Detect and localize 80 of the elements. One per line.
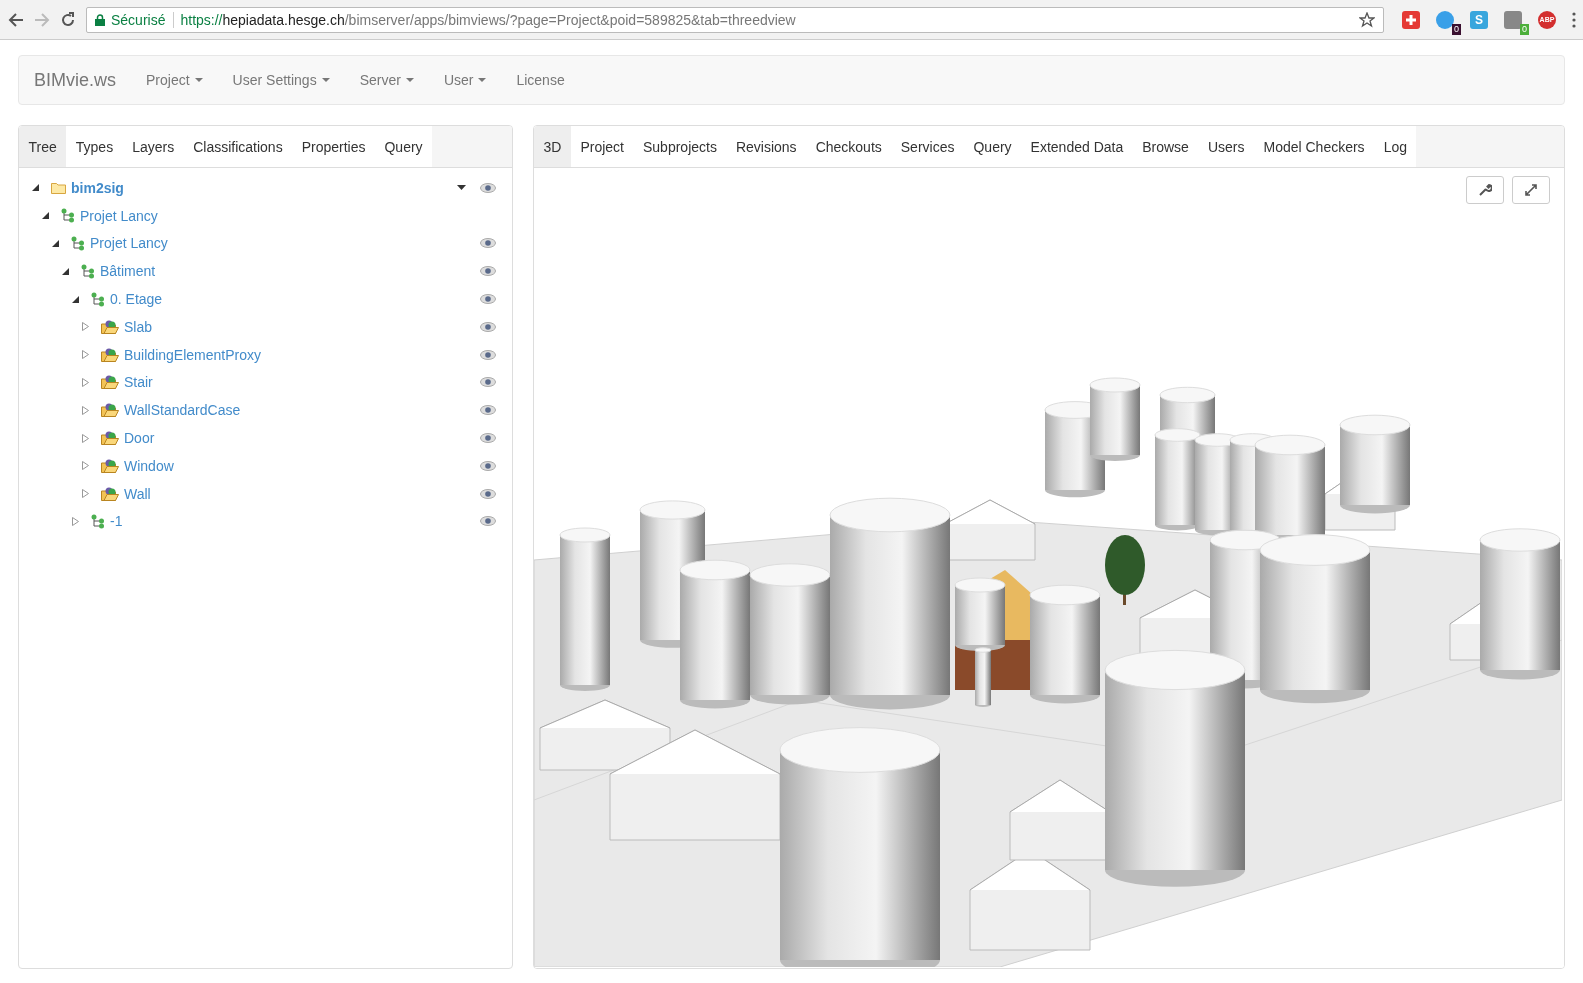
hierarchy-icon xyxy=(71,236,85,251)
eye-icon[interactable] xyxy=(480,182,496,193)
wrench-icon xyxy=(1478,183,1492,197)
expanded-arrow-icon[interactable] xyxy=(51,240,59,247)
more-icon[interactable] xyxy=(1572,11,1576,28)
eye-icon[interactable] xyxy=(480,238,496,249)
address-bar[interactable]: Sécurisé https://hepiadata.hesge.ch/bimserver/apps/bimviews/?page=Project&poid=589825&tab=threedview xyxy=(86,6,1384,33)
letter-icon[interactable]: S xyxy=(1470,10,1488,29)
eye-icon[interactable] xyxy=(480,405,496,416)
caret-icon xyxy=(194,78,203,82)
tree-item[interactable]: Stair xyxy=(124,374,153,391)
eye-icon[interactable] xyxy=(480,460,496,471)
tree-item[interactable]: bim2sig xyxy=(71,179,124,196)
brand[interactable]: BIMvie.ws xyxy=(34,69,116,91)
count-badge: 0 xyxy=(1452,23,1461,35)
tab[interactable]: Tree xyxy=(19,126,67,167)
expanded-arrow-icon[interactable] xyxy=(31,184,39,192)
security-label: Sécurisé xyxy=(111,11,175,28)
collapsed-arrow-icon[interactable] xyxy=(81,322,89,332)
hierarchy-icon xyxy=(91,513,105,529)
collapsed-arrow-icon[interactable] xyxy=(81,433,89,443)
caret-icon[interactable] xyxy=(457,185,466,191)
back-button[interactable] xyxy=(8,10,24,29)
folder-icon xyxy=(51,181,66,194)
tree-item[interactable]: 0. Etage xyxy=(110,291,163,308)
reload-button[interactable] xyxy=(60,10,76,29)
tree-item[interactable]: BuildingElementProxy xyxy=(124,346,261,363)
expanded-arrow-icon[interactable] xyxy=(41,212,49,220)
collapsed-arrow-icon[interactable] xyxy=(81,405,89,415)
open-folder-icon xyxy=(101,375,119,390)
count-badge: 0 xyxy=(1520,23,1529,35)
caret-icon xyxy=(321,78,330,82)
tree-item[interactable]: Projet Lancy xyxy=(90,235,168,252)
expanded-arrow-icon[interactable] xyxy=(71,295,79,303)
settings-button[interactable] xyxy=(1466,176,1504,204)
tree-item[interactable]: Bâtiment xyxy=(100,263,156,280)
collapsed-arrow-icon[interactable] xyxy=(81,377,89,387)
tree-item[interactable]: Door xyxy=(124,430,155,447)
collapsed-arrow-icon[interactable] xyxy=(81,350,89,360)
open-folder-icon xyxy=(101,319,119,334)
nav-menu-item[interactable]: Project xyxy=(146,72,203,88)
url-text: https://hepiadata.hesge.ch/bimserver/apps/bimviews/?page=Project&poid=589825&tab=threedview xyxy=(180,11,797,28)
tree-item[interactable]: Projet Lancy xyxy=(80,207,158,224)
cross-icon[interactable] xyxy=(1402,10,1420,29)
collapsed-arrow-icon[interactable] xyxy=(71,516,79,526)
lock-icon xyxy=(95,13,105,26)
tree-item[interactable]: WallStandardCase xyxy=(124,402,241,419)
open-folder-icon xyxy=(101,486,119,501)
eye-icon[interactable] xyxy=(480,377,496,388)
open-folder-icon xyxy=(101,431,119,446)
caret-icon xyxy=(405,78,414,82)
tree-item[interactable]: Window xyxy=(124,457,174,474)
star-icon[interactable] xyxy=(1359,11,1375,28)
hierarchy-icon xyxy=(91,291,105,307)
caret-icon xyxy=(478,78,487,82)
tab[interactable]: 3D xyxy=(534,126,571,167)
open-folder-icon xyxy=(101,347,119,362)
collapsed-arrow-icon[interactable] xyxy=(81,461,89,471)
tree-item[interactable]: Slab xyxy=(124,318,153,335)
eye-icon[interactable] xyxy=(480,321,496,332)
eye-icon[interactable] xyxy=(480,516,496,527)
nav-menu-item[interactable]: User xyxy=(443,72,487,88)
tree-item[interactable]: Wall xyxy=(124,485,151,502)
expanded-arrow-icon[interactable] xyxy=(61,267,69,275)
nav-menu-item[interactable]: Server xyxy=(359,72,414,88)
eye-icon[interactable] xyxy=(480,349,496,360)
eye-icon[interactable] xyxy=(480,294,496,305)
open-folder-icon xyxy=(101,403,119,418)
eye-icon[interactable] xyxy=(480,488,496,499)
fullscreen-button[interactable] xyxy=(1512,176,1550,204)
open-folder-icon xyxy=(101,458,119,473)
hierarchy-icon xyxy=(61,208,75,224)
tree-item[interactable]: -1 xyxy=(110,513,123,530)
hierarchy-icon xyxy=(81,263,95,279)
eye-icon[interactable] xyxy=(480,266,496,277)
nav-menu-item[interactable]: License xyxy=(516,72,565,88)
collapsed-arrow-icon[interactable] xyxy=(81,489,89,499)
nav-menu-item[interactable]: User Settings xyxy=(232,72,330,88)
expand-icon xyxy=(1524,183,1538,197)
eye-icon[interactable] xyxy=(480,433,496,444)
